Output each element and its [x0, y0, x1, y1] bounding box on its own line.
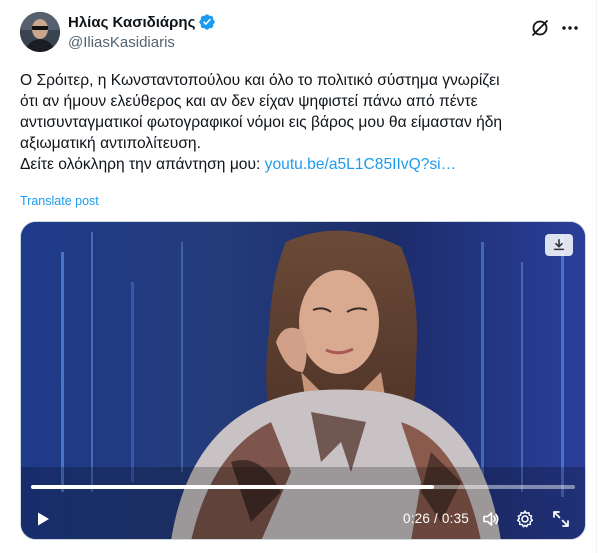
translate-post-link[interactable]: Translate post [20, 194, 99, 208]
author-name-row: Ηλίας Κασιδιάρης [68, 13, 216, 31]
video-controls: 0:26 / 0:35 [21, 499, 585, 539]
avatar-image [20, 12, 60, 52]
video-time-separator: / [430, 511, 442, 526]
tweet-text: Ο Σρόιτερ, η Κωνσταντοπούλου και όλο το … [20, 70, 586, 175]
video-current-time: 0:26 [402, 511, 431, 526]
tweet-header: Ηλίας Κασιδιάρης @IliasKasidiaris [20, 12, 580, 56]
gear-icon[interactable] [515, 509, 535, 529]
verified-badge-icon[interactable] [198, 13, 216, 31]
play-icon[interactable] [35, 511, 51, 527]
tweet-text-last-line: Δείτε ολόκληρη την απάντηση μου: youtu.b… [20, 154, 586, 175]
tweet-text-line: αντισυνταγματικοί φωτογραφικοί νόμοι εις… [20, 114, 503, 131]
download-button[interactable] [545, 234, 573, 256]
fullscreen-icon[interactable] [551, 509, 571, 529]
tweet-text-line: Ο Σρόιτερ, η Κωνσταντοπούλου και όλο το … [20, 72, 500, 89]
download-icon [553, 238, 565, 251]
grok-icon[interactable] [530, 18, 550, 38]
video-progress-fill [31, 485, 434, 489]
author-display-name[interactable]: Ηλίας Κασιδιάρης [68, 14, 195, 31]
avatar[interactable] [20, 12, 60, 52]
tweet-text-prefix: Δείτε ολόκληρη την απάντηση μου: [20, 156, 265, 173]
youtube-link[interactable]: youtu.be/a5L1C85IIvQ?si… [265, 156, 457, 173]
video-player[interactable]: 0:26 / 0:35 [20, 221, 586, 540]
video-time: 0:26 / 0:35 [403, 511, 469, 526]
video-progress-bar[interactable] [31, 485, 575, 489]
tweet-text-line: ότι αν ήμουν ελεύθερος και αν δεν είχαν … [20, 93, 478, 110]
tweet-card: Ηλίας Κασιδιάρης @IliasKasidiaris Ο Σρόι… [0, 0, 597, 553]
volume-icon[interactable] [481, 509, 501, 529]
more-options-icon[interactable] [560, 18, 580, 38]
video-frame [21, 222, 585, 539]
author-handle[interactable]: @IliasKasidiaris [68, 34, 175, 51]
tweet-text-line: αξιωματική αντιπολίτευση. [20, 135, 201, 152]
video-duration: 0:35 [441, 511, 469, 526]
